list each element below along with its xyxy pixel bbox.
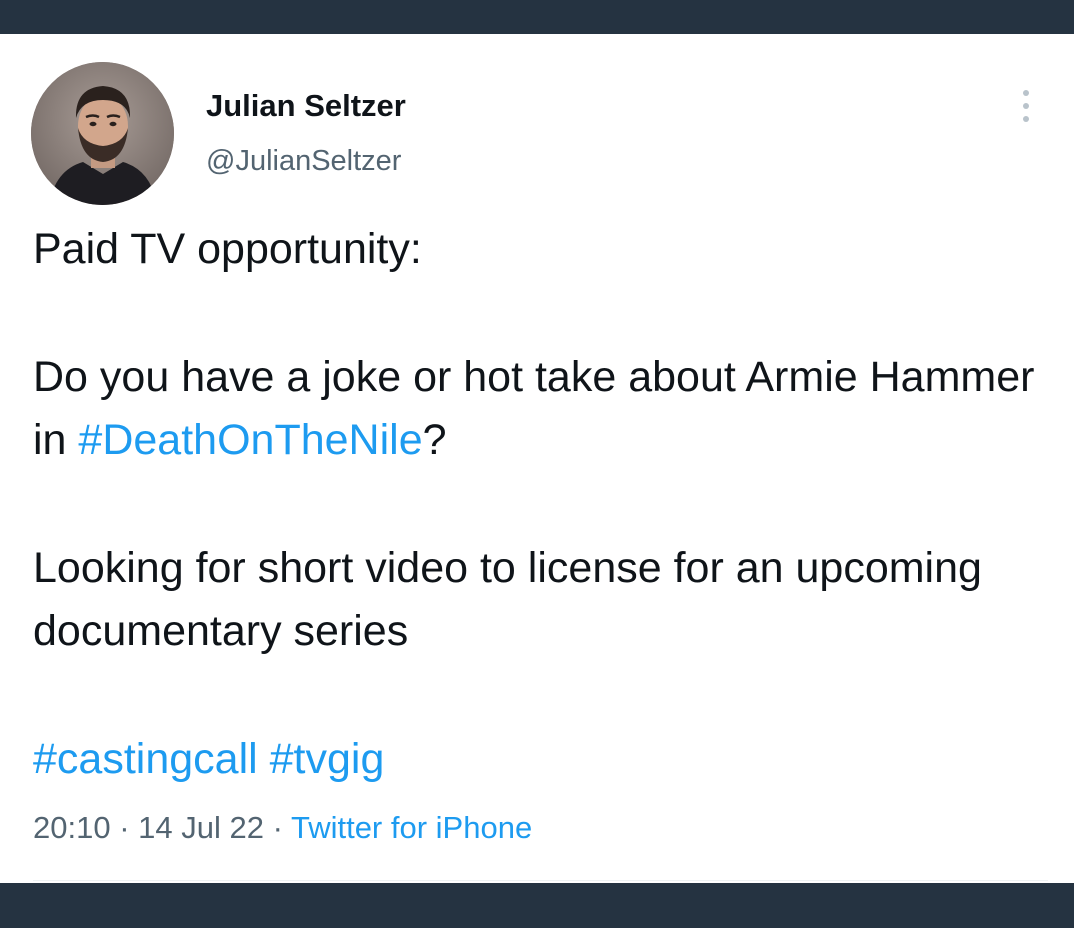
tweet-meta: 20:10 · 14 Jul 22 · Twitter for iPhone <box>33 810 532 846</box>
hashtag-tvgig[interactable]: #tvgig <box>270 735 385 783</box>
more-vertical-icon-dot <box>1023 116 1029 122</box>
hashtag-death-on-the-nile[interactable]: #DeathOnTheNile <box>78 416 422 464</box>
tweet-line-1: Paid TV opportunity: <box>33 225 422 273</box>
more-vertical-icon-dot <box>1023 103 1029 109</box>
avatar[interactable] <box>31 62 174 205</box>
tweet-date[interactable]: 14 Jul 22 <box>138 810 264 845</box>
more-vertical-icon <box>1023 90 1029 96</box>
top-bar <box>0 0 1074 34</box>
meta-separator: · <box>110 810 139 845</box>
tweet-card: Julian Seltzer @JulianSeltzer Paid TV op… <box>0 34 1074 883</box>
profile-photo-icon <box>31 62 174 205</box>
tweet-text: Paid TV opportunity: Do you have a joke … <box>33 218 1043 791</box>
tweet-paragraph-2: Do you have a joke or hot take about Arm… <box>33 346 1043 472</box>
bottom-bar <box>0 883 1074 928</box>
author-handle[interactable]: @JulianSeltzer <box>206 145 401 178</box>
tweet-source[interactable]: Twitter for iPhone <box>291 810 532 845</box>
divider <box>33 880 1048 881</box>
tweet-paragraph-3: Looking for short video to license for a… <box>33 544 982 655</box>
meta-separator: · <box>263 810 291 845</box>
more-options-button[interactable] <box>1006 84 1046 128</box>
hashtag-castingcall[interactable]: #castingcall <box>33 735 258 783</box>
tweet-hashtags: #castingcall #tvgig <box>33 728 1043 791</box>
tweet-paragraph-2-suffix: ? <box>422 416 447 464</box>
tweet-time[interactable]: 20:10 <box>33 810 111 845</box>
author-display-name[interactable]: Julian Seltzer <box>206 88 406 124</box>
